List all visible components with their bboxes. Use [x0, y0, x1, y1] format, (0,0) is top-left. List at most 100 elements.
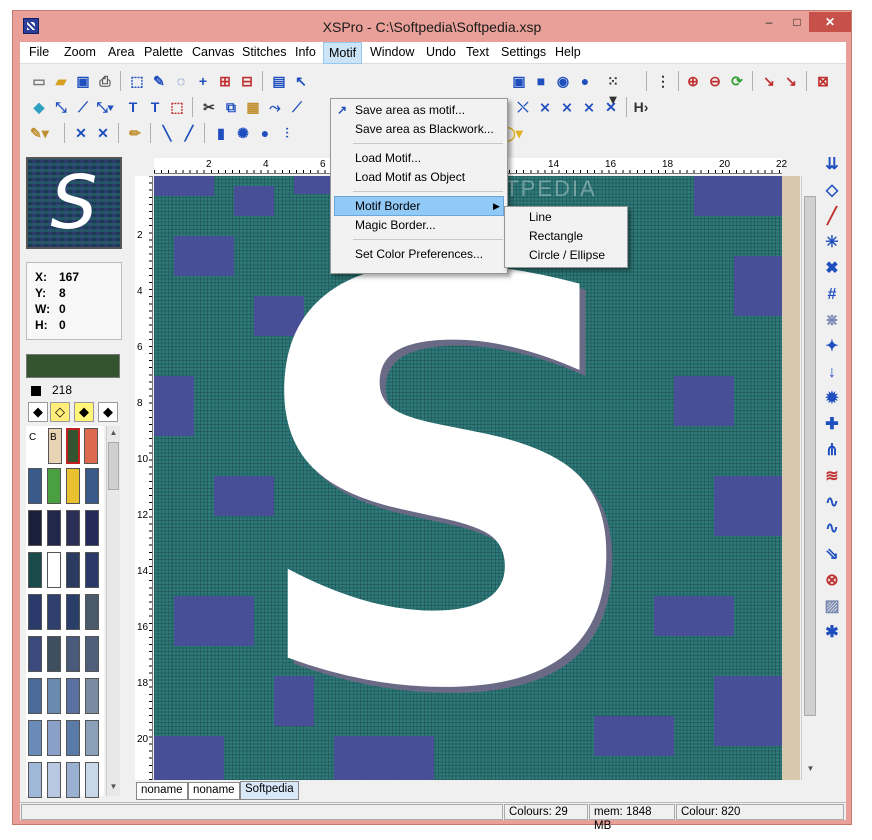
menu-magic-border[interactable]: Magic Border...: [355, 218, 436, 232]
stitch-asterisk-icon[interactable]: ✱: [821, 622, 843, 644]
full-stitch-diamond-icon[interactable]: ◆: [28, 402, 48, 422]
tab-noname-2[interactable]: noname: [188, 782, 240, 800]
fill-frame-icon[interactable]: ■: [532, 72, 550, 90]
palette-scroll-thumb[interactable]: [108, 442, 119, 490]
minimize-button[interactable]: –: [755, 12, 783, 32]
tab-softpedia[interactable]: Softpedia: [240, 781, 299, 800]
menu-motif-border[interactable]: Motif Border: [355, 199, 420, 213]
backstitch-icon[interactable]: ⟋: [74, 98, 92, 116]
palette-swatch[interactable]: [66, 510, 80, 546]
erase-cross-colour-icon[interactable]: ✕: [94, 124, 112, 142]
palette-swatch[interactable]: [85, 762, 99, 798]
palette-swatch[interactable]: [28, 552, 42, 588]
scroll-up-arrow-icon[interactable]: ▲: [107, 426, 120, 440]
filled-circle-frame-icon[interactable]: ●: [576, 72, 594, 90]
tab-noname-1[interactable]: noname: [136, 782, 188, 800]
stitch-cross-star-icon[interactable]: ✚: [821, 414, 843, 436]
palette-swatch[interactable]: [85, 552, 99, 588]
stitch-star-icon[interactable]: ✳: [821, 232, 843, 254]
canvas-scroll-down-icon[interactable]: ▼: [804, 762, 817, 776]
menu-palette[interactable]: Palette: [144, 45, 183, 59]
palette-swatch[interactable]: [47, 762, 61, 798]
current-color-swatch[interactable]: [26, 354, 120, 378]
copy-icon[interactable]: ⧉: [222, 98, 240, 116]
crosshair-icon[interactable]: +: [194, 72, 212, 90]
menu-undo[interactable]: Undo: [426, 45, 456, 59]
petite-stitch-diamond-icon[interactable]: ◆: [98, 402, 118, 422]
canvas-scroll-thumb[interactable]: [804, 196, 816, 716]
save-icon[interactable]: ▣: [74, 72, 92, 90]
select-remove-icon[interactable]: ⊟: [238, 72, 256, 90]
palette-swatch[interactable]: [66, 636, 80, 672]
stitch-zigzag-icon[interactable]: ∿: [821, 492, 843, 514]
scroll-down-arrow-icon[interactable]: ▼: [107, 780, 120, 794]
stitch-burst-icon[interactable]: ✹: [821, 388, 843, 410]
tool-icon[interactable]: ⟋: [288, 98, 306, 116]
palette-swatch-top-1[interactable]: [66, 428, 80, 464]
menu-load-motif-as-object[interactable]: Load Motif as Object: [355, 170, 465, 184]
menu-settings[interactable]: Settings: [501, 45, 546, 59]
menu-set-color-preferences[interactable]: Set Color Preferences...: [355, 247, 483, 261]
needle-dropdown-icon[interactable]: ⤡▾: [96, 98, 114, 116]
stitch-cross-circle-icon[interactable]: ⊗: [821, 570, 843, 592]
stitch-down-arrow-icon[interactable]: ↓: [821, 362, 843, 384]
stitch-hatch-icon[interactable]: ▨: [821, 596, 843, 618]
palette-swatch[interactable]: [47, 678, 61, 714]
title-bar[interactable]: XSPro - C:\Softpedia\Softpedia.xsp – □ ✕: [13, 11, 851, 43]
line-icon[interactable]: ╲: [158, 124, 176, 142]
new-file-icon[interactable]: ▭: [30, 72, 48, 90]
palette-swatch[interactable]: [28, 510, 42, 546]
close-button[interactable]: ✕: [809, 12, 851, 32]
line-reverse-icon[interactable]: ╱: [180, 124, 198, 142]
palette-swatch[interactable]: [28, 636, 42, 672]
stitch-arrow-down-icon[interactable]: ⇊: [821, 154, 843, 176]
text-tool-icon[interactable]: T: [124, 98, 142, 116]
cross-stitch-b-icon[interactable]: ⨯: [536, 98, 554, 116]
palette-swatch[interactable]: [28, 594, 42, 630]
stitch-fishbone-icon[interactable]: ⋔: [821, 440, 843, 462]
print-icon[interactable]: ⎙: [96, 72, 114, 90]
frame-icon[interactable]: ▣: [510, 72, 528, 90]
palette-swatch[interactable]: [47, 720, 61, 756]
quarter-stitch-diamond-icon[interactable]: ◆: [74, 402, 94, 422]
select-add-icon[interactable]: ⊞: [216, 72, 234, 90]
zoom-fit-icon[interactable]: ⟳: [728, 72, 746, 90]
select-freehand-icon[interactable]: ✎: [150, 72, 168, 90]
text-frame-icon[interactable]: ⬚: [168, 98, 186, 116]
pencil-dropdown-icon[interactable]: ✎▾: [30, 124, 49, 142]
menu-canvas[interactable]: Canvas: [192, 45, 234, 59]
image-icon[interactable]: ▤: [270, 72, 288, 90]
palette-swatch[interactable]: [47, 468, 61, 504]
clear-icon[interactable]: ⊠: [814, 72, 832, 90]
menu-zoom[interactable]: Zoom: [64, 45, 96, 59]
menu-info[interactable]: Info: [295, 45, 316, 59]
half-stitch-diamond-icon[interactable]: ◇: [50, 402, 70, 422]
menu-save-area-as-blackwork[interactable]: Save area as Blackwork...: [355, 122, 494, 136]
palette-swatch[interactable]: [85, 678, 99, 714]
zoom-in-icon[interactable]: ⊕: [684, 72, 702, 90]
palette-swatch[interactable]: [85, 594, 99, 630]
circle-frame-icon[interactable]: ◉: [554, 72, 572, 90]
palette-swatch[interactable]: [66, 468, 80, 504]
submenu-circle-ellipse[interactable]: Circle / Ellipse: [529, 248, 605, 262]
submenu-rectangle[interactable]: Rectangle: [529, 229, 583, 243]
needle-icon[interactable]: ⤡: [52, 98, 70, 116]
erase-cross-icon[interactable]: ✕: [72, 124, 90, 142]
cut-icon[interactable]: ✂: [200, 98, 218, 116]
menu-text[interactable]: Text: [466, 45, 489, 59]
paste-special-icon[interactable]: ⤳: [266, 98, 284, 116]
select-lasso-icon[interactable]: ◌: [172, 72, 190, 90]
menu-load-motif[interactable]: Load Motif...: [355, 151, 421, 165]
cross-stitch-a-icon[interactable]: ⤬: [514, 98, 532, 116]
ruler-icon[interactable]: ⋮: [654, 72, 672, 90]
palette-swatch[interactable]: [66, 720, 80, 756]
cross-stitch-c-icon[interactable]: ⨯: [558, 98, 576, 116]
menu-stitches[interactable]: Stitches: [242, 45, 286, 59]
pointer-icon[interactable]: ↖: [292, 72, 310, 90]
pin-remove-icon[interactable]: ↘: [782, 72, 800, 90]
paint-bucket-icon[interactable]: ◆: [30, 98, 48, 116]
stitch-pair-icon[interactable]: ⫶: [278, 124, 296, 142]
menu-help[interactable]: Help: [555, 45, 581, 59]
vertical-bead-icon[interactable]: ▮: [212, 124, 230, 142]
half-stitch-icon[interactable]: H›: [632, 98, 650, 116]
